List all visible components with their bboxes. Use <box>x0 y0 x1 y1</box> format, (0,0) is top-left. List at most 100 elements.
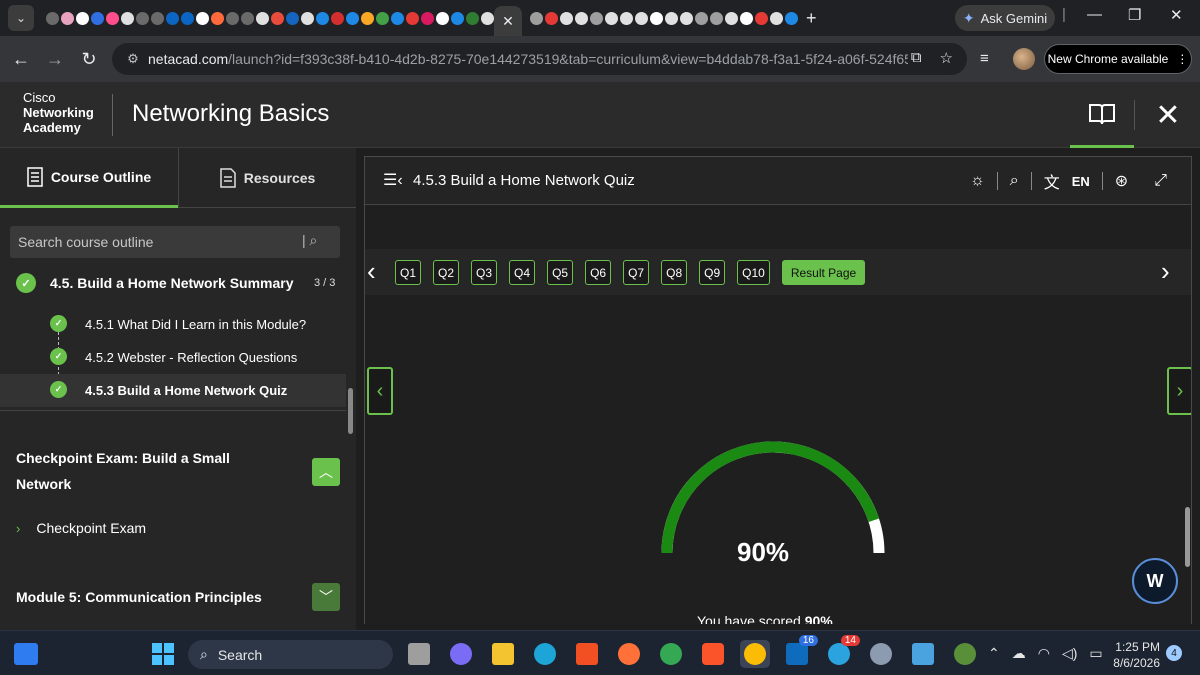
notification-count-badge[interactable]: 4 <box>1166 645 1182 661</box>
taskbar-search-box[interactable]: ⌕ Search <box>188 640 393 669</box>
forward-arrow-icon[interactable]: → <box>38 49 72 70</box>
brightness-icon[interactable]: ☼ <box>970 172 985 190</box>
tab-favicon[interactable] <box>106 11 119 25</box>
prev-page-arrow-icon[interactable]: ‹ <box>367 367 393 415</box>
chevron-up-icon[interactable]: ⌃ <box>988 645 1000 662</box>
tab-favicon[interactable] <box>76 11 89 25</box>
language-label[interactable]: EN <box>1072 174 1090 189</box>
site-info-icon[interactable]: ⚙ <box>118 51 148 67</box>
outline-item-4-5-1[interactable]: ✓ 4.5.1 What Did I Learn in this Module? <box>0 308 346 341</box>
tab-search-button[interactable]: ⌄ <box>8 5 34 31</box>
widgets-icon[interactable] <box>14 643 38 665</box>
profile-avatar[interactable] <box>1013 48 1035 70</box>
module-5-title[interactable]: Module 5: Communication Principles <box>16 584 262 610</box>
window-close-icon[interactable]: ✕ <box>1170 6 1183 24</box>
question-button-q1[interactable]: Q1 <box>395 260 422 285</box>
assistant-beta-button[interactable]: W <box>1132 558 1178 604</box>
question-button-q9[interactable]: Q9 <box>699 260 726 285</box>
tab-favicon[interactable] <box>680 11 693 25</box>
sidebar-scrollbar[interactable] <box>348 388 353 434</box>
tab-favicon[interactable] <box>301 11 314 25</box>
tab-favicon[interactable] <box>211 11 224 25</box>
tab-favicon[interactable] <box>256 11 269 25</box>
tab-favicon[interactable] <box>61 11 74 25</box>
tab-favicon[interactable] <box>650 11 663 25</box>
tab-favicon[interactable] <box>286 11 299 25</box>
cisco-networking-academy-logo[interactable]: Cisco Networking Academy <box>23 90 94 135</box>
section-header-4-5[interactable]: ✓ 4.5. Build a Home Network Summary 3 / … <box>0 266 346 300</box>
question-button-q8[interactable]: Q8 <box>661 260 688 285</box>
collapse-menu-icon[interactable]: ☰‹ <box>383 170 403 190</box>
battery-icon[interactable]: ▭ <box>1089 645 1102 662</box>
tab-favicon[interactable] <box>196 11 209 25</box>
firefox-icon[interactable] <box>614 640 644 668</box>
tab-favicon[interactable] <box>241 11 254 25</box>
tab-resources[interactable]: Resources <box>178 148 356 208</box>
tab-favicon[interactable] <box>166 11 179 25</box>
tab-favicon[interactable] <box>620 11 633 25</box>
next-page-arrow-icon[interactable]: › <box>1167 367 1191 415</box>
tab-favicon[interactable] <box>770 11 783 25</box>
microsoft-store-icon[interactable] <box>572 640 602 668</box>
tab-favicon[interactable] <box>725 11 738 25</box>
next-question-arrow-icon[interactable]: › <box>1161 256 1170 287</box>
content-scrollbar[interactable] <box>1185 507 1190 567</box>
install-app-icon[interactable]: ⧉ <box>911 49 922 67</box>
bookmark-star-icon[interactable]: ☆ <box>940 49 953 67</box>
wifi-icon[interactable]: ◠ <box>1038 645 1050 662</box>
course-outline-toggle-button[interactable] <box>1070 82 1134 148</box>
search-icon[interactable]: ⌕ <box>1010 172 1019 190</box>
tab-favicon[interactable] <box>391 11 404 25</box>
tab-favicon[interactable] <box>740 11 753 25</box>
tab-favicon[interactable] <box>46 11 59 25</box>
tab-favicon[interactable] <box>406 11 419 25</box>
tab-favicon[interactable] <box>346 11 359 25</box>
close-course-icon[interactable]: ✕ <box>1136 82 1200 148</box>
tab-favicon[interactable] <box>466 11 479 25</box>
tab-favicon[interactable] <box>481 11 494 25</box>
tab-favicon[interactable] <box>136 11 149 25</box>
outlook-icon[interactable]: 16 <box>782 635 818 668</box>
tab-favicon[interactable] <box>91 11 104 25</box>
tab-favicon[interactable] <box>530 11 543 25</box>
tab-favicon[interactable] <box>710 11 723 25</box>
checkpoint-exam-title[interactable]: Checkpoint Exam: Build a Small Network <box>16 445 230 497</box>
tab-favicon[interactable] <box>361 11 374 25</box>
volume-icon[interactable]: ◁) <box>1062 645 1077 662</box>
outline-item-4-5-3[interactable]: ✓ 4.5.3 Build a Home Network Quiz <box>0 374 346 407</box>
meet-app-icon[interactable] <box>446 640 476 668</box>
task-view-icon[interactable] <box>404 640 434 668</box>
minimize-icon[interactable]: — <box>1087 6 1102 23</box>
result-page-button[interactable]: Result Page <box>781 260 866 285</box>
notepad-icon[interactable] <box>908 640 938 668</box>
back-arrow-icon[interactable]: ← <box>4 49 38 70</box>
fullscreen-icon[interactable]: ⤢ <box>1154 172 1167 190</box>
tab-course-outline[interactable]: Course Outline <box>0 148 178 208</box>
telegram-icon[interactable]: 14 <box>824 635 860 668</box>
taskbar-clock[interactable]: 1:25 PM 8/6/2026 <box>1108 639 1160 671</box>
tab-favicon[interactable] <box>560 11 573 25</box>
question-button-q2[interactable]: Q2 <box>433 260 460 285</box>
active-tab-close-button[interactable]: ✕ <box>494 6 522 36</box>
tab-favicon[interactable] <box>316 11 329 25</box>
translate-icon[interactable]: 文 <box>1044 169 1060 193</box>
accessibility-icon[interactable]: ⊛ <box>1115 171 1128 191</box>
reload-icon[interactable]: ↻ <box>72 49 106 70</box>
tab-favicon[interactable] <box>785 11 798 25</box>
tab-favicon[interactable] <box>376 11 389 25</box>
tab-favicon[interactable] <box>695 11 708 25</box>
reading-list-icon[interactable]: ≡ <box>980 50 989 67</box>
tab-favicon[interactable] <box>635 11 648 25</box>
new-chrome-available-button[interactable]: New Chrome available ⋮ <box>1044 44 1192 74</box>
question-button-q5[interactable]: Q5 <box>547 260 574 285</box>
file-explorer-icon[interactable] <box>488 640 518 668</box>
tab-favicon[interactable] <box>665 11 678 25</box>
tab-favicon[interactable] <box>545 11 558 25</box>
question-button-q6[interactable]: Q6 <box>585 260 612 285</box>
brave-icon[interactable] <box>698 640 728 668</box>
start-windows-icon[interactable] <box>152 643 174 665</box>
question-button-q7[interactable]: Q7 <box>623 260 650 285</box>
settings-gear-icon[interactable] <box>866 640 896 668</box>
tab-favicon[interactable] <box>181 11 194 25</box>
chrome-icon[interactable] <box>656 640 686 668</box>
